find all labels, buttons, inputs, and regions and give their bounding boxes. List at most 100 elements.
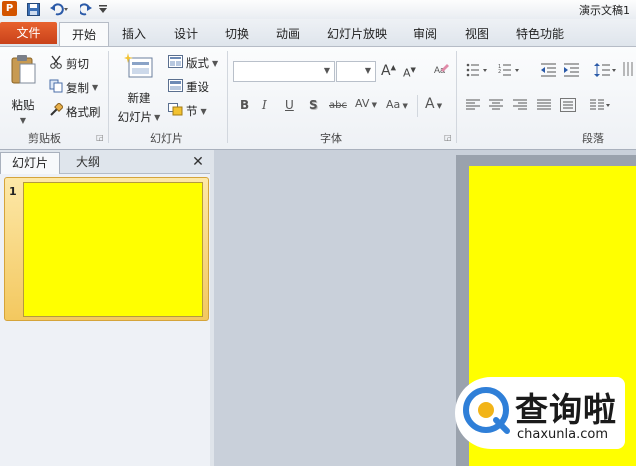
italic-button[interactable]: I — [262, 98, 267, 112]
tab-outline[interactable]: 大纲 — [60, 152, 116, 173]
copy-button[interactable]: 复制 ▼ — [49, 79, 98, 96]
ribbon: 粘贴 ▼ 剪切 复制 ▼ 格式刷 剪贴板 ◲ 新建 幻灯片 ▼ 版式 ▼ 重设 节… — [0, 46, 636, 150]
paintbrush-icon — [49, 102, 64, 120]
tab-insert[interactable]: 插入 — [112, 22, 156, 46]
grow-font-icon: A — [381, 63, 391, 79]
customize-toolbar-icon[interactable] — [98, 1, 108, 17]
new-slide-dropdown-icon[interactable]: ▼ — [154, 113, 160, 122]
copy-dropdown-icon[interactable]: ▼ — [92, 83, 98, 92]
reset-button[interactable]: 重设 — [168, 79, 209, 95]
clipboard-group-label: 剪贴板 — [28, 132, 61, 145]
section-dropdown-icon[interactable]: ▼ — [201, 107, 207, 116]
reset-label: 重设 — [186, 80, 209, 94]
title-bar: P 演示文稿1 — [0, 0, 636, 20]
justify-icon[interactable] — [537, 99, 551, 114]
section-button[interactable]: 节 ▼ — [168, 103, 207, 119]
tab-slides[interactable]: 幻灯片 — [0, 152, 60, 174]
font-color-icon: A — [425, 96, 435, 112]
paste-icon — [9, 53, 37, 88]
slide-number: 1 — [9, 185, 17, 198]
document-title: 演示文稿1 — [579, 4, 630, 17]
watermark-text: 查询啦 — [515, 390, 617, 429]
font-group-label: 字体 — [320, 132, 342, 145]
columns-icon[interactable] — [590, 99, 612, 114]
align-right-icon[interactable] — [513, 99, 527, 114]
tab-special-features[interactable]: 特色功能 — [508, 22, 572, 46]
font-size-dropdown[interactable]: ▼ — [336, 61, 376, 82]
ribbon-separator — [417, 95, 418, 117]
shrink-font-button[interactable]: A▼ — [403, 66, 416, 80]
new-slide-label-1: 新建 — [127, 91, 151, 105]
format-painter-label: 格式刷 — [66, 104, 101, 119]
numbering-icon[interactable]: 12 — [498, 63, 522, 80]
format-painter-button[interactable]: 格式刷 — [49, 102, 101, 120]
paragraph-group-label: 段落 — [582, 132, 604, 145]
font-launcher-icon[interactable]: ◲ — [444, 133, 452, 142]
tab-animations[interactable]: 动画 — [265, 22, 311, 46]
paste-label: 粘贴 — [11, 98, 35, 112]
section-icon — [168, 103, 183, 119]
increase-indent-icon[interactable] — [564, 63, 580, 80]
character-spacing-button[interactable]: AV ▼ — [355, 97, 377, 110]
save-icon[interactable] — [25, 1, 41, 17]
new-slide-button[interactable]: 新建 幻灯片 ▼ — [116, 53, 162, 125]
tab-transitions[interactable]: 切换 — [214, 22, 260, 46]
text-direction-icon[interactable] — [622, 61, 634, 80]
tab-design[interactable]: 设计 — [163, 22, 209, 46]
clipboard-launcher-icon[interactable]: ◲ — [96, 133, 104, 142]
undo-icon[interactable] — [47, 1, 71, 17]
tab-file[interactable]: 文件 — [0, 22, 57, 44]
scissors-icon — [49, 55, 63, 72]
reset-icon — [168, 79, 183, 95]
tab-home[interactable]: 开始 — [59, 22, 109, 46]
panel-splitter[interactable] — [210, 150, 214, 466]
tab-slideshow[interactable]: 幻灯片放映 — [318, 22, 396, 46]
paste-dropdown-arrow-icon[interactable]: ▼ — [20, 116, 26, 125]
tab-view[interactable]: 视图 — [454, 22, 500, 46]
chevron-down-icon: ▼ — [323, 66, 330, 75]
font-color-button[interactable]: A ▼ — [425, 96, 442, 112]
cut-label: 剪切 — [66, 56, 89, 71]
new-slide-icon — [124, 53, 154, 82]
redo-icon[interactable] — [78, 1, 94, 17]
bullets-icon[interactable] — [466, 63, 490, 80]
paste-button[interactable]: 粘贴 ▼ — [6, 53, 40, 125]
change-case-icon: Aa — [386, 98, 401, 111]
strikethrough-button[interactable]: abc — [329, 100, 347, 111]
align-center-icon[interactable] — [489, 99, 503, 114]
ribbon-separator — [456, 51, 457, 143]
watermark: Q 查询啦 chaxunla.com — [455, 377, 625, 449]
watermark-url: chaxunla.com — [517, 427, 608, 442]
watermark-logo-icon: Q — [461, 385, 511, 435]
slide-thumbnail[interactable] — [23, 182, 203, 317]
svg-text:2: 2 — [498, 69, 501, 75]
font-family-dropdown[interactable]: ▼ — [233, 61, 335, 82]
ribbon-separator — [227, 51, 228, 143]
new-slide-label-2: 幻灯片 — [117, 110, 153, 124]
clear-formatting-icon[interactable]: Aa — [434, 63, 450, 80]
ribbon-separator — [108, 51, 109, 143]
change-case-button[interactable]: Aa ▼ — [386, 98, 408, 111]
shadow-button[interactable]: S — [309, 98, 318, 112]
chevron-down-icon: ▼ — [364, 66, 371, 75]
underline-button[interactable]: U — [285, 98, 294, 112]
copy-icon — [49, 79, 63, 96]
cut-button[interactable]: 剪切 — [49, 55, 89, 72]
copy-label: 复制 — [66, 80, 89, 95]
distributed-align-icon[interactable] — [560, 98, 576, 115]
ribbon-tab-bar: 文件 开始 插入 设计 切换 动画 幻灯片放映 审阅 视图 特色功能 — [0, 19, 636, 46]
close-icon[interactable]: ✕ — [188, 152, 208, 173]
layout-label: 版式 — [186, 56, 209, 70]
layout-dropdown-icon[interactable]: ▼ — [212, 59, 218, 68]
bold-button[interactable]: B — [240, 98, 249, 112]
shrink-font-icon: A — [403, 66, 411, 80]
align-left-icon[interactable] — [466, 99, 480, 114]
section-label: 节 — [186, 104, 198, 118]
layout-button[interactable]: 版式 ▼ — [168, 55, 218, 71]
tab-review[interactable]: 审阅 — [402, 22, 448, 46]
decrease-indent-icon[interactable] — [541, 63, 557, 80]
powerpoint-logo-icon: P — [2, 1, 17, 16]
grow-font-button[interactable]: A▲ — [381, 63, 396, 79]
line-spacing-icon[interactable] — [594, 63, 618, 80]
layout-icon — [168, 55, 183, 71]
